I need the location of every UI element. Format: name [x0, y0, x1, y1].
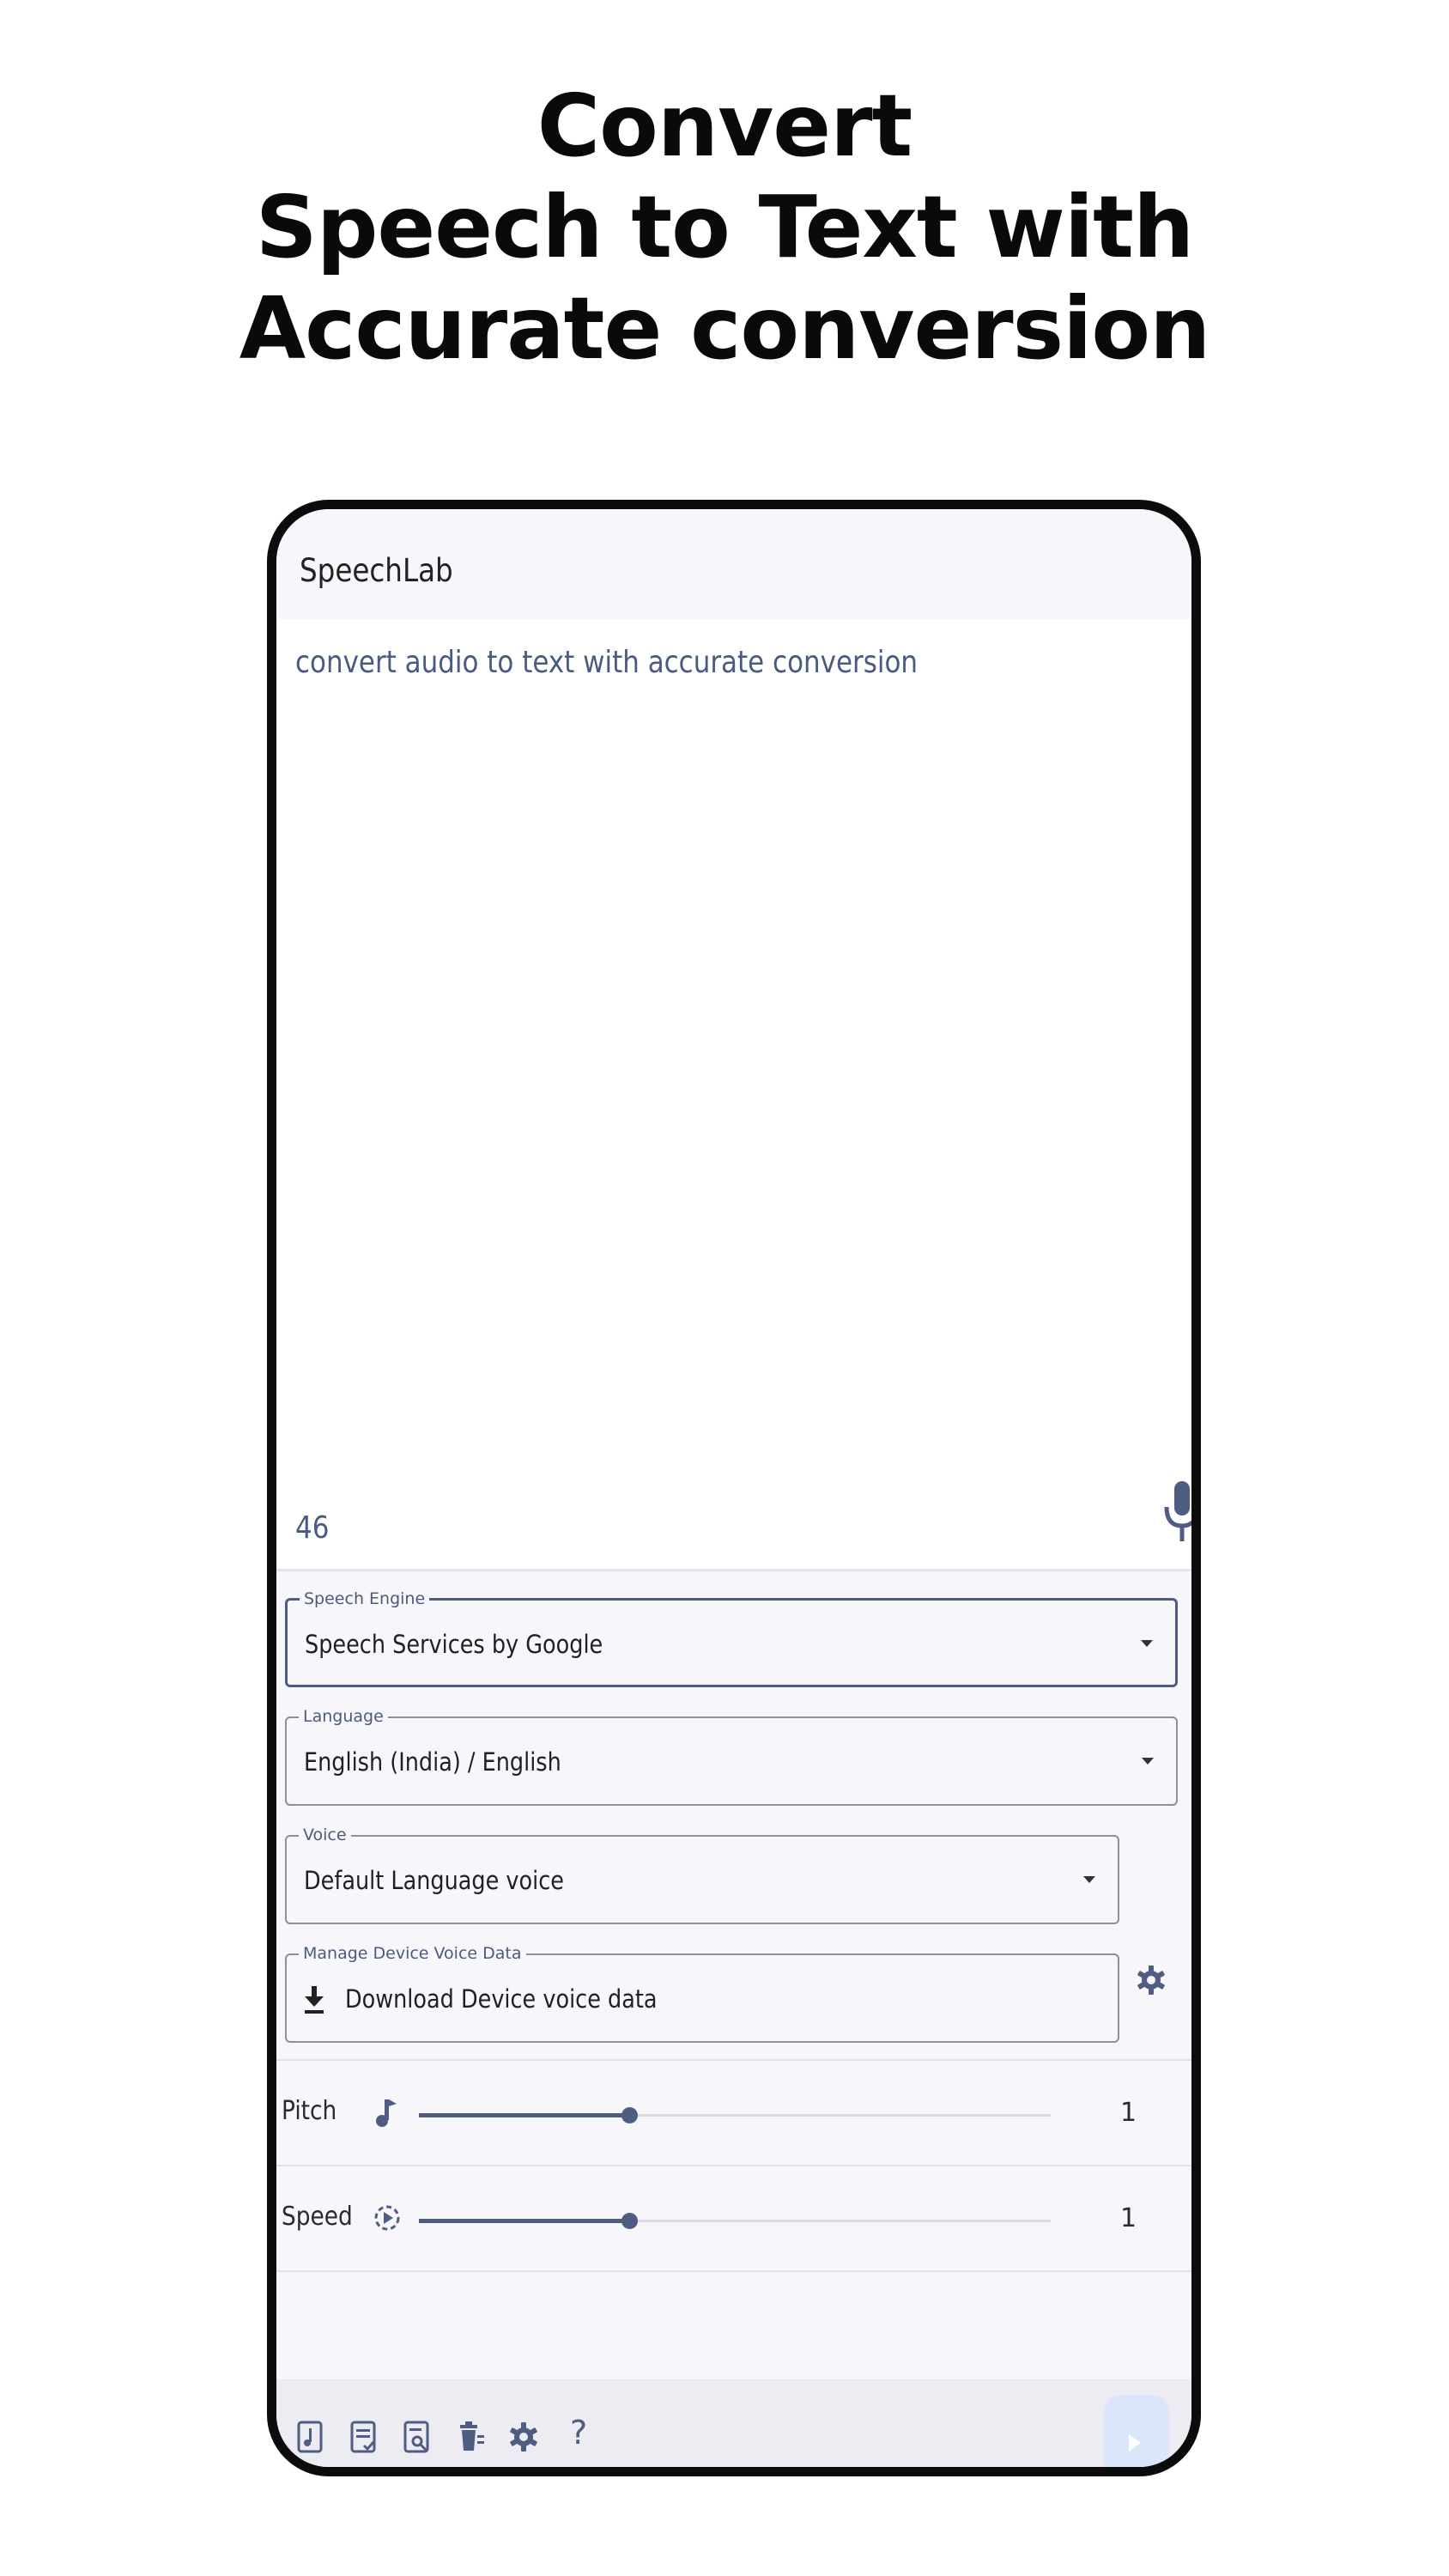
voice-data-field[interactable]: Manage Device Voice Data Download Device… — [285, 1943, 1119, 2043]
play-button[interactable] — [1104, 2395, 1169, 2467]
pitch-slider-thumb[interactable] — [621, 2107, 639, 2123]
character-count: 46 — [295, 1510, 330, 1546]
divider — [276, 2059, 1191, 2061]
divider — [276, 2165, 1191, 2166]
pitch-label: Pitch — [282, 2096, 337, 2126]
chevron-down-icon — [1083, 1876, 1095, 1883]
headline-line-2: Speech to Text with — [255, 177, 1194, 277]
speed-icon — [374, 2205, 400, 2231]
speed-value: 1 — [1120, 2203, 1137, 2233]
voice-label: Voice — [299, 1825, 351, 1845]
delete-icon[interactable] — [455, 2420, 486, 2454]
voice-select[interactable]: Voice Default Language voice — [285, 1825, 1119, 1924]
speed-slider[interactable] — [419, 2213, 1051, 2229]
microphone-icon[interactable] — [1162, 1479, 1201, 1545]
speed-slider-thumb[interactable] — [621, 2213, 639, 2229]
speed-label: Speed — [282, 2202, 353, 2232]
speech-engine-label: Speech Engine — [300, 1589, 430, 1609]
voice-data-label: Manage Device Voice Data — [299, 1943, 526, 1964]
text-editor[interactable]: convert audio to text with accurate conv… — [276, 619, 1191, 1571]
headline-line-1: Convert — [537, 76, 912, 176]
audio-file-icon[interactable] — [295, 2420, 326, 2454]
voice-value: Default Language voice — [304, 1866, 564, 1895]
speed-slider-fill — [419, 2219, 630, 2223]
text-check-icon[interactable] — [349, 2420, 379, 2454]
gear-icon[interactable] — [1136, 1965, 1167, 1996]
language-value: English (India) / English — [304, 1747, 561, 1777]
speed-row: Speed 1 — [276, 2167, 1191, 2270]
language-label: Language — [299, 1706, 388, 1727]
app-title: SpeechLab — [300, 552, 453, 589]
help-icon[interactable]: ? — [570, 2414, 587, 2451]
headline-line-3: Accurate conversion — [239, 278, 1211, 379]
voice-data-value: Download Device voice data — [345, 1984, 658, 2014]
chevron-down-icon — [1142, 1758, 1154, 1765]
pitch-slider[interactable] — [419, 2107, 1051, 2123]
music-note-icon — [376, 2099, 397, 2127]
language-select[interactable]: Language English (India) / English — [285, 1706, 1178, 1806]
editor-text[interactable]: convert audio to text with accurate conv… — [295, 645, 918, 680]
speech-engine-select[interactable]: Speech Engine Speech Services by Google — [285, 1589, 1178, 1687]
download-icon — [305, 1986, 324, 2014]
pitch-row: Pitch 1 — [276, 2062, 1191, 2165]
app-bar: SpeechLab — [276, 509, 1191, 619]
divider — [276, 2270, 1191, 2272]
pitch-slider-fill — [419, 2113, 630, 2117]
play-icon — [1129, 2434, 1141, 2451]
phone-frame: SpeechLab convert audio to text with acc… — [267, 500, 1201, 2476]
file-search-icon[interactable] — [402, 2420, 433, 2454]
headline: Convert Speech to Text with Accurate con… — [0, 76, 1449, 380]
pitch-value: 1 — [1120, 2098, 1137, 2128]
chevron-down-icon — [1141, 1640, 1153, 1647]
gear-icon[interactable] — [508, 2420, 539, 2454]
speech-engine-value: Speech Services by Google — [305, 1630, 603, 1659]
